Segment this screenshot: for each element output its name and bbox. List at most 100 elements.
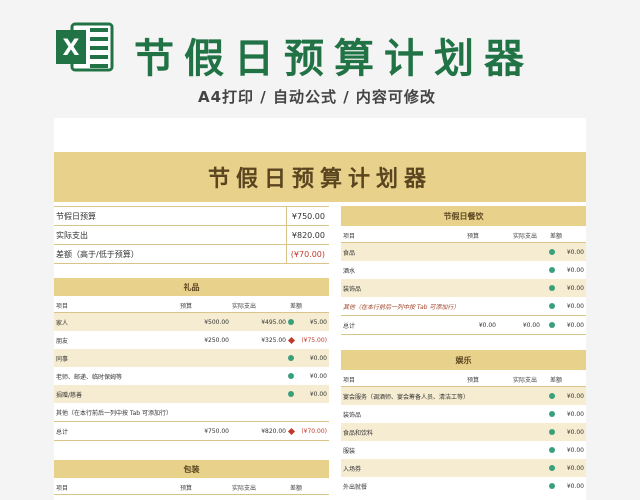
page-title: 节假日预算计划器 (134, 36, 534, 82)
dinner-section: 节假日餐饮 项目 预算 实际支出 差额 食品 ¥0.00 酒水 ¥0.00 装饰… (341, 206, 586, 335)
table-row[interactable]: 食品和饮料 ¥0.00 (341, 423, 586, 441)
total-label: 总计 (343, 322, 356, 330)
row-diff: ¥5.00 (309, 318, 327, 326)
status-ok-icon (549, 322, 555, 328)
table-row[interactable]: 入场券 ¥0.00 (341, 459, 586, 477)
row-item[interactable]: 同事 (56, 354, 68, 363)
table-row[interactable]: 食品 ¥0.00 (341, 243, 586, 261)
summary-value[interactable]: ¥820.00 (287, 231, 329, 240)
status-ok-icon (549, 411, 555, 417)
row-item[interactable]: 家人 (56, 318, 68, 327)
status-over-icon (287, 336, 296, 344)
status-ok-icon (288, 391, 294, 397)
row-item[interactable]: 捐赠/慈善 (56, 390, 82, 399)
status-ok-icon (549, 393, 555, 399)
total-actual: ¥820.00 (261, 427, 286, 435)
packaging-column-headers: 项目 预算 实际支出 差额 (54, 478, 329, 495)
summary-row[interactable]: 差额（高于/低于预算） (¥70.00) (54, 245, 329, 264)
entertainment-section: 娱乐 项目 预算 实际支出 差额 宴会服务（调酒师、宴会筹备人员、清洁工等） ¥… (341, 350, 586, 495)
status-ok-icon (549, 447, 555, 453)
summary-label: 实际支出 (54, 226, 287, 244)
row-item[interactable]: 食品和饮料 (343, 428, 373, 437)
summary-value[interactable]: (¥70.00) (287, 250, 329, 259)
banner-title: 节假日预算计划器 (207, 166, 432, 192)
row-item[interactable]: 宴会服务（调酒师、宴会筹备人员、清洁工等） (343, 392, 469, 401)
row-item[interactable]: 装饰品 (343, 410, 361, 419)
row-diff: (¥75.00) (301, 336, 327, 344)
row-actual[interactable]: ¥325.00 (261, 337, 286, 344)
col-actual: 实际支出 (513, 377, 538, 384)
gifts-section-title: 礼品 (54, 278, 329, 296)
row-diff: ¥0.00 (566, 446, 584, 454)
status-over-icon (287, 427, 296, 435)
row-diff: ¥0.00 (566, 482, 584, 490)
total-budget: ¥750.00 (204, 427, 229, 435)
status-ok-icon (288, 319, 294, 325)
table-row[interactable]: 酒水 ¥0.00 (341, 261, 586, 279)
col-actual: 实际支出 (513, 233, 538, 240)
table-row[interactable]: 服装 ¥0.00 (341, 441, 586, 459)
summary-value[interactable]: ¥750.00 (287, 212, 329, 221)
table-row[interactable]: 装饰品 ¥0.00 (341, 405, 586, 423)
row-diff: ¥0.00 (566, 428, 584, 436)
table-row[interactable]: 朋友 ¥250.00 ¥325.00 (¥75.00) (54, 331, 329, 349)
col-actual: 实际支出 (232, 485, 257, 492)
status-ok-icon (549, 285, 555, 291)
col-budget: 预算 (467, 377, 480, 384)
col-diff: 差额 (550, 233, 563, 240)
status-ok-icon (288, 373, 294, 379)
row-item[interactable]: 入场券 (343, 464, 361, 473)
table-row[interactable]: 其他（在本行前后一列中按 Tab 可添加行） ¥0.00 (341, 297, 586, 315)
document-page: 节假日预算计划器 节假日预算 ¥750.00 实际支出 ¥820.00 差额（高… (54, 118, 586, 500)
total-diff: ¥0.00 (566, 321, 584, 329)
table-row[interactable]: 同事 ¥0.00 (54, 349, 329, 367)
dinner-column-headers: 项目 预算 实际支出 差额 (341, 226, 586, 243)
packaging-section-title: 包装 (54, 460, 329, 478)
row-diff: ¥0.00 (566, 392, 584, 400)
gifts-section: 礼品 项目 预算 实际支出 差额 家人 ¥500.00 ¥495.00 ¥5.0… (54, 278, 329, 441)
excel-logo-icon: X (56, 22, 114, 72)
table-row[interactable]: 老师、邮递、临时保姆等 ¥0.00 (54, 367, 329, 385)
row-item[interactable]: 朋友 (56, 336, 68, 345)
summary-row[interactable]: 实际支出 ¥820.00 (54, 226, 329, 245)
row-item[interactable]: 其他（在本行前后一列中按 Tab 可添加行） (343, 302, 459, 311)
col-item: 项目 (56, 303, 69, 310)
entertainment-column-headers: 项目 预算 实际支出 差额 (341, 370, 586, 387)
table-row[interactable]: 捐赠/慈善 ¥0.00 (54, 385, 329, 403)
row-item[interactable]: 服装 (343, 446, 355, 455)
table-row[interactable]: 宴会服务（调酒师、宴会筹备人员、清洁工等） ¥0.00 (341, 387, 586, 405)
row-diff: ¥0.00 (309, 372, 327, 380)
summary-label: 节假日预算 (54, 207, 287, 225)
logo-letter: X (63, 36, 80, 61)
row-budget[interactable]: ¥500.00 (204, 319, 229, 326)
header: X 节假日预算计划器 A4打印 / 自动公式 / 内容可修改 (0, 0, 640, 118)
row-diff: ¥0.00 (566, 248, 584, 256)
row-item[interactable]: 酒水 (343, 266, 355, 275)
dinner-section-title: 节假日餐饮 (341, 206, 586, 226)
banner: 节假日预算计划器 (54, 152, 586, 202)
row-item[interactable]: 装饰品 (343, 284, 361, 293)
total-budget: ¥0.00 (478, 321, 496, 329)
gifts-column-headers: 项目 预算 实际支出 差额 (54, 296, 329, 313)
table-row[interactable]: 装饰品 ¥0.00 (341, 279, 586, 297)
row-diff: ¥0.00 (309, 390, 327, 398)
row-item[interactable]: 外出就餐 (343, 482, 367, 491)
row-diff: ¥0.00 (566, 266, 584, 274)
status-ok-icon (288, 355, 294, 361)
table-row[interactable]: 其他（在本行前后一列中按 Tab 可添加行） (54, 403, 329, 421)
row-diff: ¥0.00 (566, 464, 584, 472)
status-ok-icon (549, 483, 555, 489)
summary-label: 差额（高于/低于预算） (54, 245, 287, 263)
table-row[interactable]: 家人 ¥500.00 ¥495.00 ¥5.00 (54, 313, 329, 331)
col-diff: 差额 (290, 485, 303, 492)
row-diff: ¥0.00 (566, 302, 584, 310)
row-item[interactable]: 其他（在本行前后一列中按 Tab 可添加行） (56, 408, 172, 417)
row-budget[interactable]: ¥250.00 (204, 337, 229, 344)
row-item[interactable]: 食品 (343, 248, 355, 257)
row-actual[interactable]: ¥495.00 (261, 319, 286, 326)
col-budget: 预算 (180, 303, 193, 310)
summary-row[interactable]: 节假日预算 ¥750.00 (54, 206, 329, 226)
row-item[interactable]: 老师、邮递、临时保姆等 (56, 372, 122, 381)
table-row[interactable]: 外出就餐 ¥0.00 (341, 477, 586, 495)
total-label: 总计 (56, 428, 69, 436)
